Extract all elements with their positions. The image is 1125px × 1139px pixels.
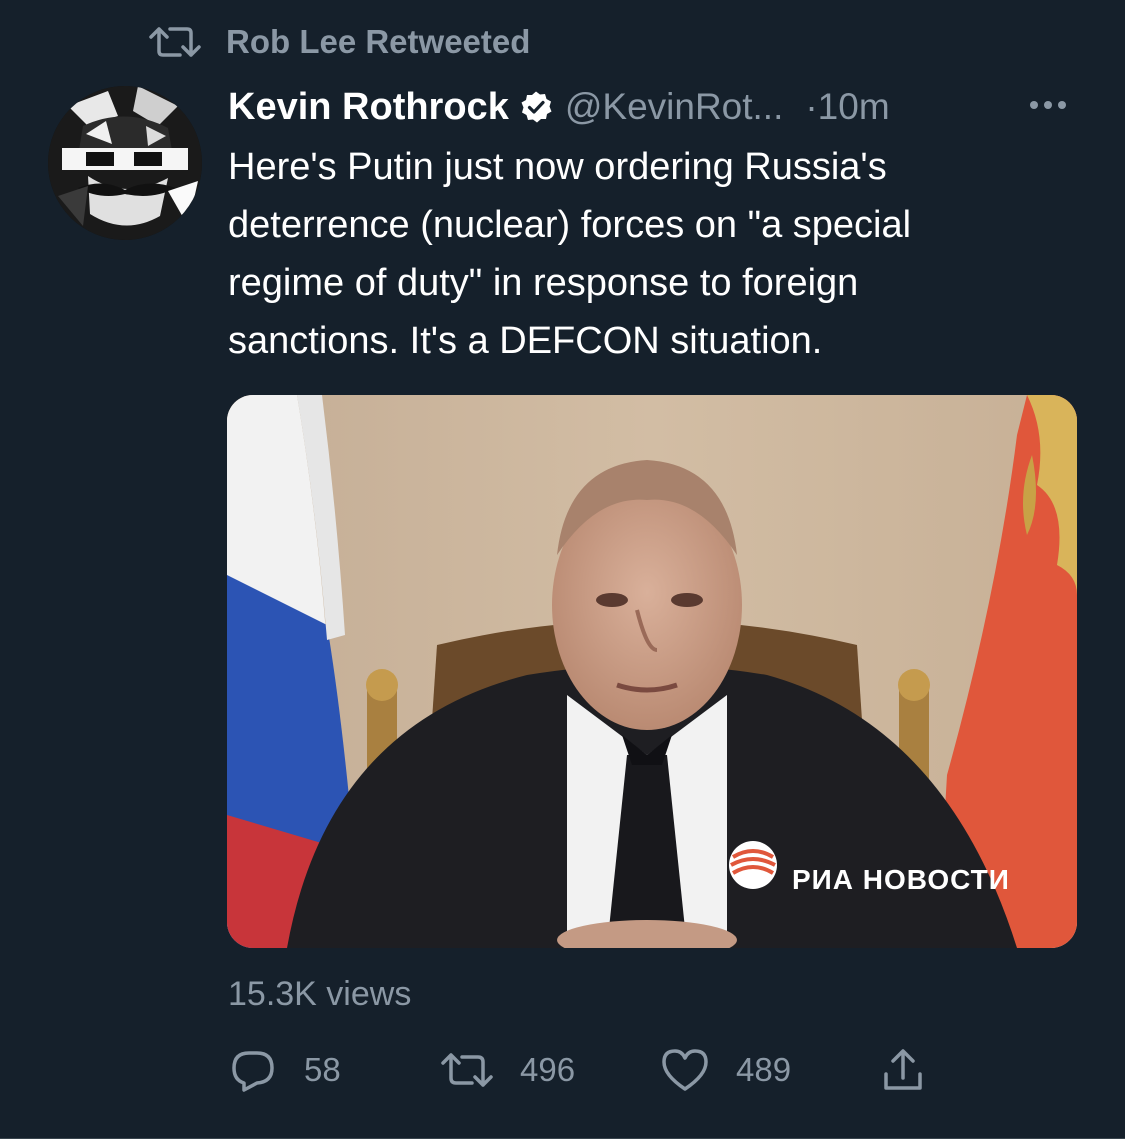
avatar[interactable] (48, 86, 202, 240)
tweet-text-line: Here's Putin just now ordering Russia's (228, 146, 887, 188)
verified-badge-icon (519, 90, 553, 124)
retweeted-by-label[interactable]: Rob Lee Retweeted (226, 23, 530, 61)
retweet-button[interactable]: 496 (440, 1050, 660, 1090)
share-icon (880, 1046, 926, 1094)
tweet-text-line: sanctions. It's a DEFCON situation. (228, 320, 823, 362)
retweet-icon (440, 1050, 494, 1090)
tweet-text-line: regime of duty" in response to foreign (228, 262, 859, 304)
retweet-context-icon (148, 24, 202, 60)
tweet-media-video[interactable]: РИА НОВОСТИ (227, 395, 1077, 948)
reply-button[interactable]: 58 (228, 1045, 440, 1095)
avatar-image (48, 86, 202, 240)
heart-icon (660, 1047, 710, 1093)
tweet-text: Here's Putin just now ordering Russia's … (228, 138, 1078, 370)
tweet-timestamp[interactable]: ·10m (805, 86, 889, 128)
more-options-icon[interactable] (1026, 90, 1070, 125)
ria-novosti-logo (729, 841, 777, 889)
tweet-header: Kevin Rothrock @KevinRot... ·10m (228, 80, 1088, 134)
retweet-context[interactable]: Rob Lee Retweeted (148, 20, 530, 64)
share-button[interactable] (880, 1046, 926, 1094)
video-watermark: РИА НОВОСТИ (792, 864, 1010, 895)
author-handle[interactable]: @KevinRot... (565, 86, 784, 128)
retweet-count: 496 (520, 1051, 576, 1088)
like-count: 489 (736, 1051, 792, 1088)
like-button[interactable]: 489 (660, 1047, 880, 1093)
author-display-name[interactable]: Kevin Rothrock (228, 86, 509, 129)
reply-icon (228, 1045, 278, 1095)
action-bar: 58 496 489 (228, 1044, 926, 1096)
tweet-text-line: deterrence (nuclear) forces on "a specia… (228, 204, 912, 246)
reply-count: 58 (304, 1051, 341, 1088)
tweet[interactable]: Rob Lee Retweeted Kevin Rothrock @KevinR… (0, 0, 1125, 1139)
view-count[interactable]: 15.3K views (228, 975, 411, 1014)
